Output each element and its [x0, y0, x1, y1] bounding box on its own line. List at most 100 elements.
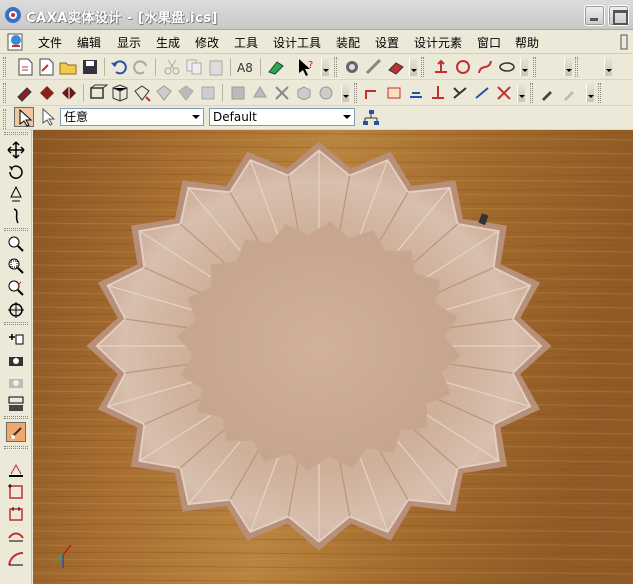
- toolbar-dropdown[interactable]: [564, 58, 572, 76]
- shaded-edges-icon[interactable]: [176, 83, 196, 103]
- new-drawing-icon[interactable]: [36, 57, 56, 77]
- sketch-offset-icon[interactable]: [406, 83, 426, 103]
- zoom-icon[interactable]: [6, 234, 26, 254]
- look-at-icon[interactable]: [6, 300, 26, 320]
- zoom-extents-icon[interactable]: [6, 278, 26, 298]
- tools-icon[interactable]: [272, 83, 292, 103]
- menu-design-tools[interactable]: 设计工具: [273, 34, 321, 51]
- sketch-extend-icon[interactable]: [472, 83, 492, 103]
- sketch-line-icon[interactable]: [362, 83, 382, 103]
- toolbar-dropdown[interactable]: [321, 58, 329, 76]
- cube-icon[interactable]: [294, 83, 314, 103]
- pan-icon[interactable]: [6, 140, 26, 160]
- svg-text:A8: A8: [237, 61, 253, 75]
- chevron-down-icon[interactable]: [189, 109, 203, 125]
- dynamic-rotate-icon[interactable]: [6, 206, 26, 226]
- rotate-feature-icon[interactable]: [453, 57, 473, 77]
- menu-bar: 文件 编辑 显示 生成 修改 工具 设计工具 装配 设置 设计元素 窗口 帮助: [0, 30, 633, 54]
- menu-window[interactable]: 窗口: [477, 34, 501, 51]
- menu-generate[interactable]: 生成: [156, 34, 180, 51]
- curve-tool-icon[interactable]: [6, 548, 26, 568]
- sketch-mirror-icon[interactable]: [428, 83, 448, 103]
- arc-tool-icon[interactable]: [6, 526, 26, 546]
- paint-brush-icon[interactable]: [15, 83, 35, 103]
- select-arrow-icon[interactable]: [14, 107, 34, 127]
- save-icon[interactable]: [80, 57, 100, 77]
- library-icon[interactable]: [342, 57, 362, 77]
- menu-help[interactable]: 帮助: [515, 34, 539, 51]
- minimize-button[interactable]: [584, 5, 605, 26]
- sphere-icon[interactable]: [316, 83, 336, 103]
- view-layout-icon[interactable]: [88, 83, 109, 103]
- measure-icon[interactable]: [364, 57, 384, 77]
- toolbar-dropdown[interactable]: [586, 84, 594, 102]
- extrude-icon[interactable]: [431, 57, 451, 77]
- find-icon[interactable]: A8: [236, 57, 256, 77]
- document-icon[interactable]: [6, 32, 26, 52]
- redo-icon[interactable]: [131, 57, 151, 77]
- render-mode-icon[interactable]: [6, 422, 26, 442]
- new-file-icon[interactable]: [15, 57, 35, 77]
- sketch-plane-icon[interactable]: [6, 460, 26, 480]
- frame-icon[interactable]: [6, 482, 26, 502]
- selection-filter-value: 任意: [64, 110, 89, 124]
- fruit-bowl-scene: [33, 130, 633, 584]
- hidden-line-icon[interactable]: [132, 83, 152, 103]
- style-select[interactable]: Default: [209, 108, 355, 126]
- menu-assembly[interactable]: 装配: [336, 34, 360, 51]
- eyedropper-disabled-icon[interactable]: [560, 83, 580, 103]
- undo-icon[interactable]: [109, 57, 129, 77]
- menu-settings[interactable]: 设置: [375, 34, 399, 51]
- assembly-tree-icon[interactable]: [361, 108, 381, 128]
- sweep-icon[interactable]: [475, 57, 495, 77]
- paste-icon[interactable]: [206, 57, 226, 77]
- perspective-icon[interactable]: [6, 328, 26, 348]
- toolbar-dropdown[interactable]: [341, 84, 349, 102]
- shaded-icon[interactable]: [154, 83, 174, 103]
- menu-display[interactable]: 显示: [117, 34, 141, 51]
- orbit-icon[interactable]: [6, 162, 26, 182]
- selection-filter-select[interactable]: 任意: [60, 108, 204, 126]
- light-icon[interactable]: [228, 83, 248, 103]
- camera-view-icon[interactable]: [6, 350, 26, 370]
- toolbar-dropdown[interactable]: [409, 58, 417, 76]
- camera-icon[interactable]: [250, 83, 270, 103]
- walk-icon[interactable]: [6, 184, 26, 204]
- menu-file[interactable]: 文件: [38, 34, 62, 51]
- camera-target-icon[interactable]: [6, 394, 26, 414]
- design-viewport[interactable]: [33, 130, 633, 584]
- loft-icon[interactable]: [497, 57, 517, 77]
- menu-design-elements[interactable]: 设计元素: [414, 34, 462, 51]
- render-toolbar: [0, 80, 633, 106]
- zoom-window-icon[interactable]: [6, 256, 26, 276]
- menu-tools[interactable]: 工具: [234, 34, 258, 51]
- material-icon[interactable]: [37, 83, 57, 103]
- window-title: CAXA实体设计 - [水果盘.ics]: [26, 11, 218, 26]
- select-filter-icon[interactable]: [38, 107, 58, 127]
- chevron-down-icon[interactable]: [340, 109, 354, 125]
- sketch-delete-icon[interactable]: [494, 83, 514, 103]
- menu-modify[interactable]: 修改: [195, 34, 219, 51]
- toolbar-dropdown[interactable]: [517, 84, 525, 102]
- realistic-icon[interactable]: [198, 83, 218, 103]
- texture-icon[interactable]: [59, 83, 79, 103]
- camera-disabled-icon[interactable]: [6, 372, 26, 392]
- toolbar-dropdown[interactable]: [520, 58, 528, 76]
- view-tools-panel: [0, 130, 32, 584]
- sketch-rect-icon[interactable]: [384, 83, 404, 103]
- sketch-trim-icon[interactable]: [450, 83, 470, 103]
- wireframe-icon[interactable]: [110, 83, 130, 103]
- maximize-button[interactable]: [608, 5, 629, 26]
- open-folder-icon[interactable]: [58, 57, 78, 77]
- cut-icon[interactable]: [162, 57, 182, 77]
- svg-text:?: ?: [308, 60, 313, 71]
- toolbar-dropdown[interactable]: [604, 58, 612, 76]
- eyedropper-icon[interactable]: [538, 83, 558, 103]
- menu-overflow-icon[interactable]: [619, 34, 629, 50]
- copy-icon[interactable]: [184, 57, 204, 77]
- section-icon[interactable]: [6, 504, 26, 524]
- help-pointer-icon[interactable]: ?: [296, 57, 316, 77]
- toggle-view-icon[interactable]: [266, 57, 286, 77]
- menu-edit[interactable]: 编辑: [77, 34, 101, 51]
- render-icon[interactable]: [386, 57, 406, 77]
